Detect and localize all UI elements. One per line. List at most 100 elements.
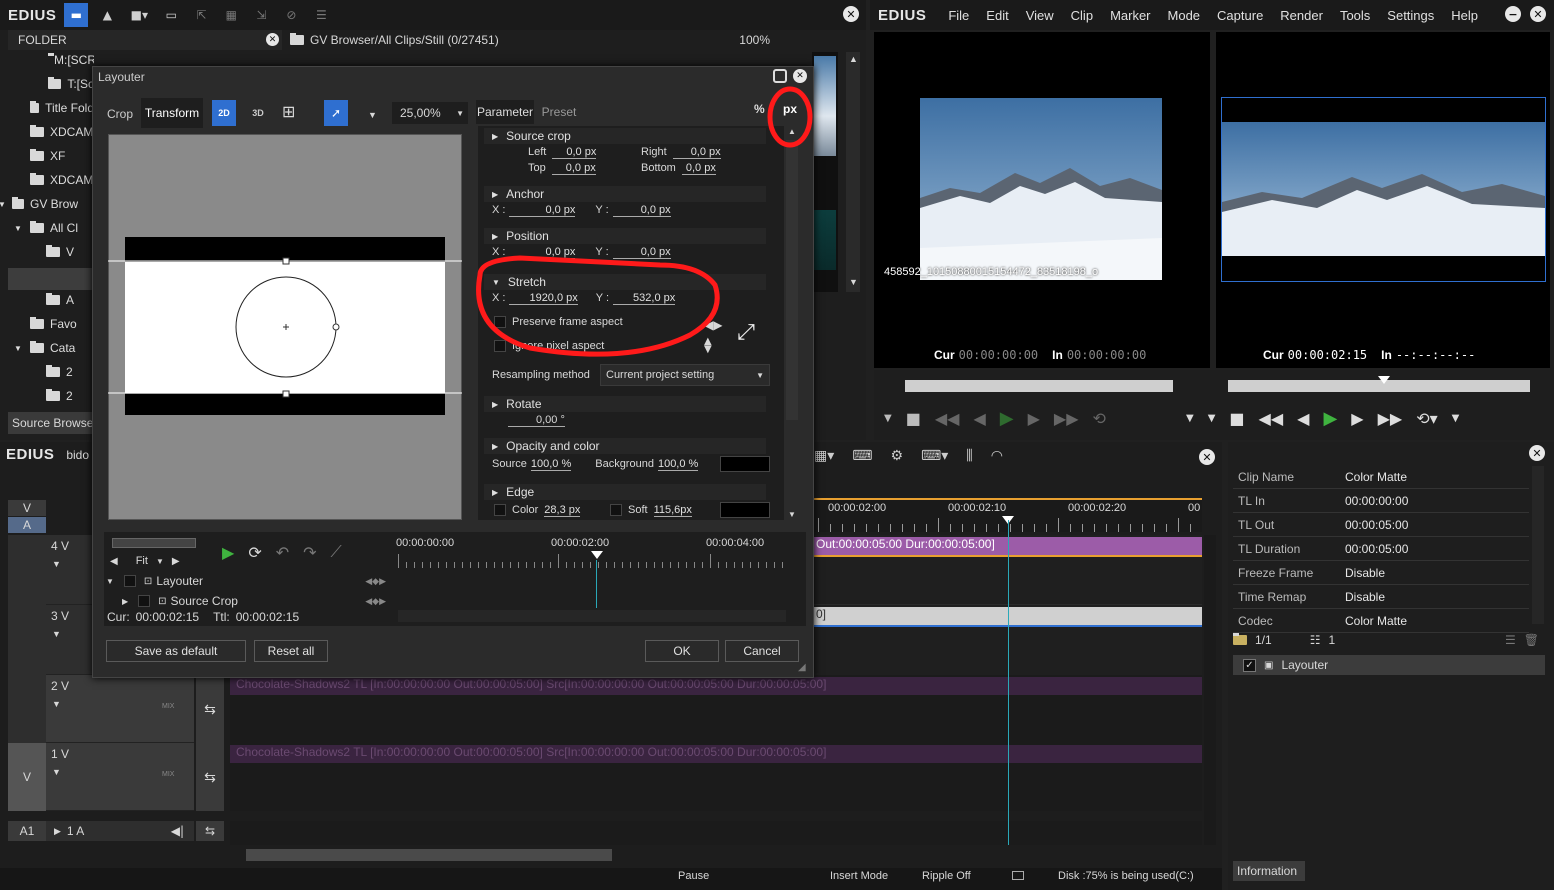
next-icon[interactable]: ▶: [172, 556, 180, 567]
tree-item[interactable]: ▼ All Cl: [14, 218, 78, 238]
scroll-up-icon[interactable]: ▲: [849, 54, 858, 64]
batch-icon[interactable]: ▦: [220, 8, 242, 22]
timeline-vscroll[interactable]: [1204, 535, 1216, 845]
v-track-label[interactable]: V: [8, 743, 46, 811]
speaker-icon[interactable]: ◀|: [171, 824, 184, 838]
trash-icon[interactable]: 🗑: [1524, 633, 1539, 647]
checkbox-icon[interactable]: ✓: [1243, 658, 1256, 672]
tool-dropdown-icon[interactable]: ▼: [368, 110, 377, 120]
keyframe-nav-icon[interactable]: ◀◆▶: [365, 576, 386, 587]
section-edge[interactable]: ▶ Edge: [484, 484, 766, 500]
v-toggle[interactable]: V: [8, 500, 46, 516]
player-scrubber[interactable]: [905, 380, 1173, 392]
information-tab[interactable]: Information: [1233, 861, 1305, 881]
save-default-button[interactable]: Save as default: [106, 640, 246, 662]
section-opacity[interactable]: ▶ Opacity and color: [484, 438, 766, 454]
zoom-select[interactable]: 25,00% ▼: [392, 102, 468, 124]
kf-playhead[interactable]: [591, 551, 603, 559]
sync-icon[interactable]: ⇆: [196, 743, 224, 811]
reset-all-button[interactable]: Reset all: [254, 640, 328, 662]
tree-item[interactable]: ▼ Cata: [14, 338, 78, 358]
info-close-icon[interactable]: ✕: [1529, 445, 1545, 461]
play-icon[interactable]: ▶: [1000, 408, 1014, 429]
menu-item[interactable]: Tools: [1340, 8, 1370, 23]
dropdown-icon[interactable]: ▼: [1186, 413, 1194, 424]
sync-icon[interactable]: ⇆: [196, 675, 224, 743]
kf-track-source-crop[interactable]: ▶ ⊡ Source Crop ◀◆▶: [104, 592, 394, 610]
track-1a-header[interactable]: ▶ 1 A ◀|: [46, 821, 194, 841]
dropdown-icon[interactable]: ▼: [156, 557, 164, 566]
kf-track-layouter[interactable]: ▼ ⊡ Layouter ◀◆▶: [104, 572, 394, 590]
dropdown-icon[interactable]: ▼: [884, 413, 892, 424]
filter-icon[interactable]: ⊘: [280, 8, 302, 22]
tab-transform[interactable]: Transform: [141, 98, 203, 128]
play-icon[interactable]: ▶: [1323, 408, 1337, 429]
expand-icon[interactable]: ▼: [14, 344, 24, 353]
menu-item[interactable]: Marker: [1110, 8, 1150, 23]
menu-item[interactable]: Clip: [1071, 8, 1093, 23]
rewind-icon[interactable]: ◀◀: [935, 409, 960, 428]
track-1v-header[interactable]: 1 V ▼ MIX: [46, 743, 194, 811]
dropdown-icon[interactable]: ▼: [1452, 413, 1460, 424]
collapse-icon[interactable]: ▼: [106, 577, 114, 586]
export-icon[interactable]: ⇲: [250, 8, 272, 22]
recorder-playhead[interactable]: [1378, 376, 1390, 384]
edge-color-value[interactable]: 28,3 px: [544, 504, 581, 517]
mode-2d-button[interactable]: 2D: [212, 100, 236, 126]
expand-icon[interactable]: ▶: [54, 826, 61, 837]
play-icon[interactable]: ▶: [222, 543, 234, 562]
tree-item[interactable]: 2: [46, 362, 94, 382]
kf-check[interactable]: [123, 575, 136, 587]
keyboard-icon[interactable]: ⌨: [852, 448, 872, 464]
timeline-hscroll[interactable]: [246, 849, 612, 861]
tree-item[interactable]: V: [46, 242, 94, 262]
bg-color-swatch[interactable]: [720, 456, 770, 472]
ok-button[interactable]: OK: [645, 640, 719, 662]
cancel-button[interactable]: Cancel: [725, 640, 799, 662]
clip-icon[interactable]: ▦▾: [814, 448, 834, 464]
tree-item[interactable]: Favo: [30, 314, 94, 334]
menu-item[interactable]: Settings: [1387, 8, 1434, 23]
view-mode-icon[interactable]: ■▾: [126, 8, 152, 22]
soft-checkbox[interactable]: [610, 504, 622, 516]
fast-forward-icon[interactable]: ▶▶: [1054, 409, 1079, 428]
menu-item[interactable]: Edit: [986, 8, 1008, 23]
menu-item[interactable]: File: [948, 8, 969, 23]
step-forward-icon[interactable]: ▶: [1028, 409, 1040, 428]
param-scroll-down-icon[interactable]: ▼: [788, 510, 796, 519]
rewind-icon[interactable]: ◀◀: [1259, 409, 1284, 428]
collapse-icon[interactable]: ▼: [52, 767, 61, 777]
expand-icon[interactable]: ▼: [0, 200, 6, 209]
kf-check[interactable]: [138, 595, 151, 607]
clip-2v[interactable]: Chocolate-Shadows2 TL [In:00:00:00:00 Ou…: [230, 677, 1202, 695]
menu-item[interactable]: Capture: [1217, 8, 1263, 23]
bin-close-icon[interactable]: ✕: [843, 6, 859, 22]
resize-grip-icon[interactable]: ◢: [798, 662, 806, 673]
stop-icon[interactable]: ■: [1229, 409, 1244, 428]
info-scrollbar[interactable]: [1532, 466, 1544, 624]
bin-scrollbar[interactable]: [846, 52, 860, 292]
collapse-icon[interactable]: ▼: [52, 559, 61, 569]
tree-item[interactable]: M:[SCRATCH]: [48, 50, 94, 70]
minimize-icon[interactable]: −: [1505, 6, 1521, 22]
menu-item[interactable]: Help: [1451, 8, 1478, 23]
import-icon[interactable]: ⇱: [190, 8, 212, 22]
loop-icon[interactable]: ⟲▾: [1416, 409, 1437, 428]
list-icon[interactable]: ☰: [310, 8, 332, 22]
opacity-source-value[interactable]: 100,0 %: [530, 458, 572, 471]
keyboard-icon[interactable]: ⌨▾: [921, 448, 948, 464]
window-icon[interactable]: ▭: [160, 8, 182, 22]
edge-soft-value[interactable]: 115,6px: [653, 504, 692, 517]
tree-item[interactable]: Title Fold: [30, 98, 94, 118]
triangle-icon[interactable]: ▲: [96, 8, 118, 22]
list-icon[interactable]: ☰: [1505, 633, 1516, 647]
tree-item[interactable]: A: [46, 290, 94, 310]
gear-icon[interactable]: ⚙: [890, 448, 903, 464]
folder-close-icon[interactable]: ✕: [266, 33, 279, 46]
grid-icon[interactable]: ⊞: [282, 102, 295, 121]
graph-icon[interactable]: ⟋: [331, 542, 342, 562]
tree-item[interactable]: XDCAM: [30, 170, 94, 190]
select-tool-icon[interactable]: ➚: [324, 100, 348, 126]
menu-item[interactable]: Render: [1280, 8, 1323, 23]
tree-item[interactable]: ▼ GV Brow: [0, 194, 78, 214]
